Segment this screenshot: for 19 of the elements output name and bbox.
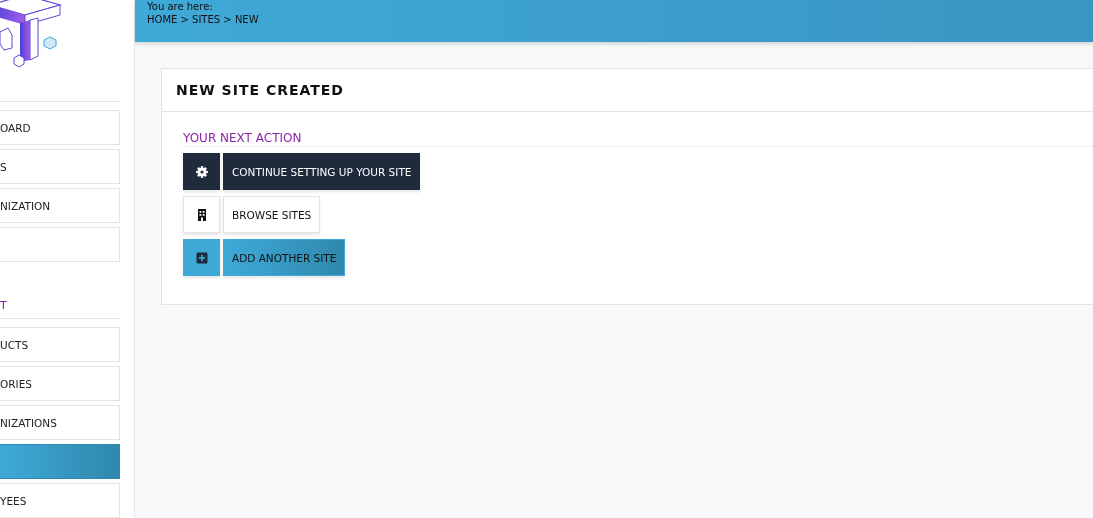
sidebar-item[interactable]: NIZATIONS (0, 405, 120, 440)
card-title: NEW SITE CREATED (176, 82, 344, 98)
action-button[interactable]: CONTINUE SETTING UP YOUR SITE (223, 153, 421, 190)
sidebar-item[interactable]: S (0, 149, 120, 184)
gear-icon (195, 165, 208, 178)
action-button[interactable]: ADD ANOTHER SITE (223, 239, 346, 276)
sidebar-item[interactable]: YEES (0, 483, 120, 518)
plus-icon (196, 252, 207, 263)
sidebar-item[interactable]: UCTS (0, 327, 120, 362)
action-button[interactable]: BROWSE SITES (223, 196, 321, 233)
sidebar-section-header: T (0, 288, 120, 319)
sidebar-item[interactable]: NIZATION (0, 188, 120, 223)
sidebar-item[interactable]: ORIES (0, 366, 120, 401)
section-heading: YOUR NEXT ACTION (183, 131, 1093, 147)
breadcrumb-path: HOME > SITES > NEW (147, 13, 260, 26)
breadcrumb-intro: You are here: (147, 0, 214, 13)
sidebar-item[interactable]: OARD (0, 110, 120, 145)
action-icon-button[interactable] (183, 153, 220, 190)
building-icon (197, 208, 206, 221)
